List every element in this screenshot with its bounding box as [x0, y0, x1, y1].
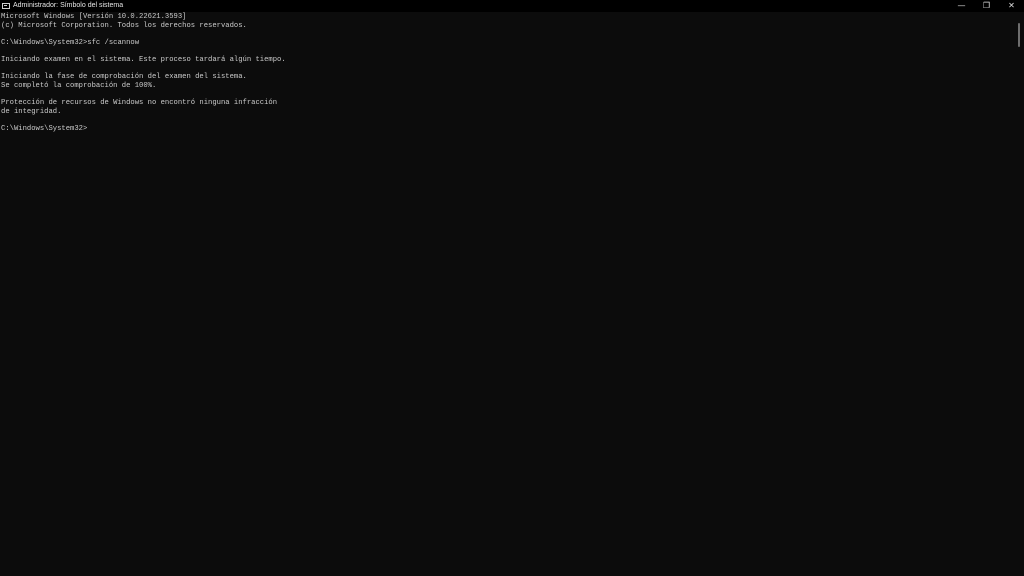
cmd-icon	[2, 3, 10, 9]
console-line: Se completó la comprobación de 100%.	[1, 81, 157, 90]
console-line: de integridad.	[1, 107, 62, 116]
restore-button[interactable]: ❐	[974, 0, 999, 12]
close-button[interactable]: ✕	[999, 0, 1024, 12]
console-line: Protección de recursos de Windows no enc…	[1, 98, 278, 107]
console-line: Iniciando examen en el sistema. Este pro…	[1, 55, 286, 64]
console-line: C:\Windows\System32>sfc /scannow	[1, 38, 140, 47]
console-output[interactable]: Microsoft Windows [Versión 10.0.22621.35…	[0, 12, 1014, 576]
scrollbar-thumb[interactable]	[1018, 23, 1020, 47]
console-line: (c) Microsoft Corporation. Todos los der…	[1, 21, 247, 30]
window-controls: — ❐ ✕	[949, 0, 1024, 12]
minimize-button[interactable]: —	[949, 0, 974, 12]
window-title: Administrador: Símbolo del sistema	[13, 2, 124, 9]
console-line: Iniciando la fase de comprobación del ex…	[1, 73, 247, 82]
console-line: Microsoft Windows [Versión 10.0.22621.35…	[1, 13, 187, 21]
command-prompt-line[interactable]: C:\Windows\System32>	[1, 125, 1014, 134]
title-bar[interactable]: Administrador: Símbolo del sistema — ❐ ✕	[0, 0, 1024, 12]
command-prompt-window: Administrador: Símbolo del sistema — ❐ ✕…	[0, 0, 1024, 576]
vertical-scrollbar[interactable]	[1014, 12, 1024, 576]
